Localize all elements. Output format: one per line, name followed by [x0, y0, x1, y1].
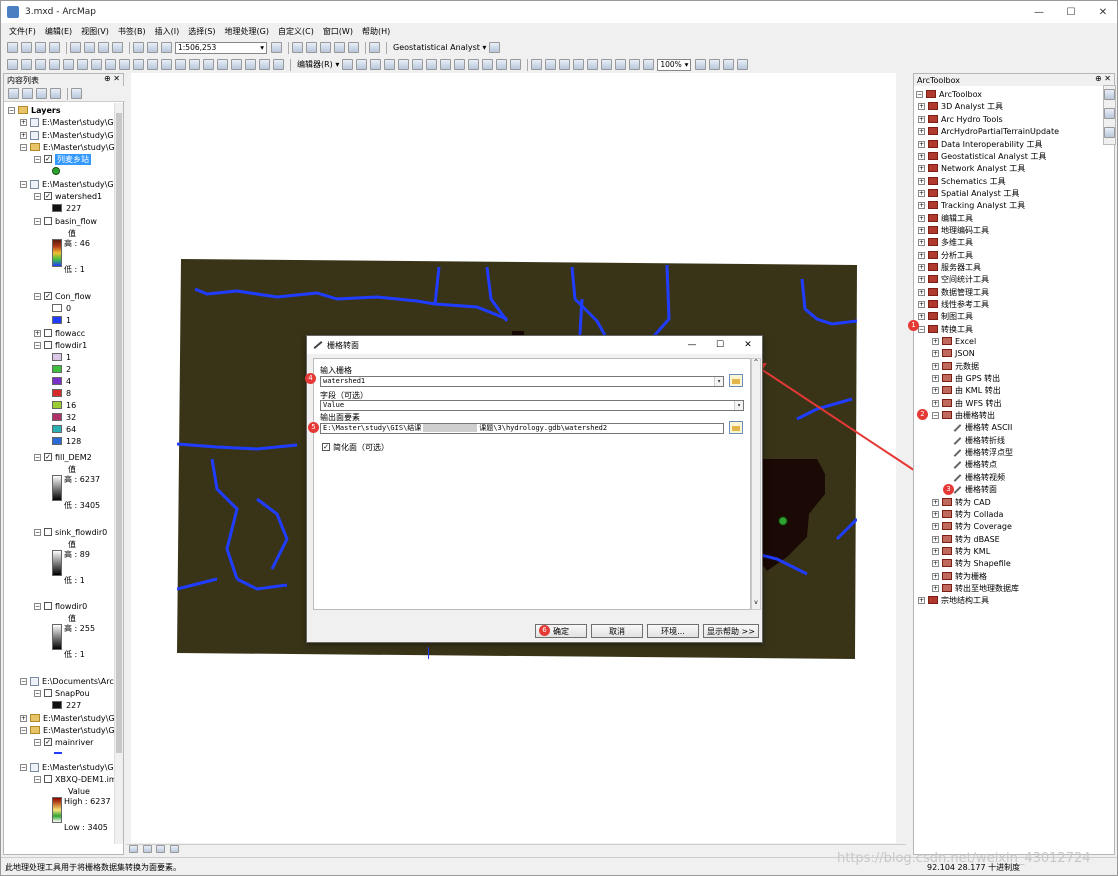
- dialog-form: 输入栅格 watershed1 ▾ 字段（可选） Value ▾ 输出面要素 E:\…: [313, 358, 751, 610]
- output-label: 输出面要素: [320, 413, 360, 422]
- input-raster-label: 输入栅格: [320, 366, 352, 375]
- toolset-item[interactable]: + 转为 Shapefile: [932, 557, 1011, 569]
- toolbox-item[interactable]: + Arc Hydro Tools: [918, 113, 1003, 125]
- step-badge-2: 2: [917, 409, 928, 420]
- dialog-title: 栅格转面: [327, 340, 359, 350]
- toolbox-item[interactable]: + Data Interoperability 工具: [918, 138, 1043, 150]
- redacted-block: [423, 424, 478, 432]
- toolbox-item[interactable]: + Network Analyst 工具: [918, 162, 1025, 174]
- environments-button[interactable]: 环境...: [647, 624, 699, 638]
- toolbox-item[interactable]: + 多维工具: [918, 236, 973, 248]
- toolbox-item[interactable]: + 数据管理工具: [918, 286, 989, 298]
- toolset-item[interactable]: + JSON: [932, 347, 975, 359]
- toolbox-item[interactable]: + Schematics 工具: [918, 175, 1006, 187]
- toolbox-item[interactable]: + Tracking Analyst 工具: [918, 199, 1025, 211]
- toolbox-item[interactable]: + Geostatistical Analyst 工具: [918, 150, 1046, 162]
- toolset-item[interactable]: + 由 WFS 转出: [932, 397, 1002, 409]
- show-help-button[interactable]: 显示帮助 >>: [703, 624, 759, 638]
- output-features-input[interactable]: E:\Master\study\GIS\结课 课题\3\hydrology.gdb…: [320, 423, 724, 434]
- watermark: https://blog.csdn.net/weixin_43012724: [837, 851, 1091, 866]
- toolset-item[interactable]: + 转为 dBASE: [932, 533, 1000, 545]
- arctoolbox-tree: − ArcToolbox +3D Analyst 工具 + Arc Hydro To…: [914, 87, 1104, 850]
- arctoolbox-title: ArcToolbox: [917, 75, 960, 85]
- input-raster-browse-button[interactable]: [729, 374, 743, 387]
- toolbox-item[interactable]: + ArcHydroPartialTerrainUpdate: [918, 125, 1059, 137]
- toolbox-item[interactable]: + 地理编码工具: [918, 224, 989, 236]
- toolbox-conversion[interactable]: − 转换工具: [918, 323, 973, 335]
- map-view-status: [126, 844, 906, 854]
- toolset-item[interactable]: + 元数据: [932, 360, 979, 372]
- toolset-from-raster[interactable]: − 由栅格转出: [932, 409, 995, 421]
- step-badge-3: 3: [943, 484, 954, 495]
- toolbox-item[interactable]: + 宗地结构工具: [918, 594, 989, 606]
- tool-raster-to-polygon[interactable]: 栅格转面: [952, 483, 997, 495]
- tool-item[interactable]: 栅格转折线: [952, 434, 1005, 446]
- cancel-button[interactable]: 取消: [591, 624, 643, 638]
- toolbox-item[interactable]: +3D Analyst 工具: [918, 100, 1003, 112]
- simplify-polygons-option[interactable]: ✓ 简化面（可选）: [322, 441, 389, 453]
- toolbox-item[interactable]: + 空间统计工具: [918, 273, 989, 285]
- search-tab-icon[interactable]: [1104, 108, 1115, 119]
- refresh-icon[interactable]: [156, 845, 166, 853]
- field-select[interactable]: Value ▾: [320, 400, 744, 411]
- toolset-item[interactable]: + 由 KML 转出: [932, 384, 1001, 396]
- arctoolbox-panel: ArcToolbox ⊕ ✕ − ArcToolbox +3D Analyst 工…: [913, 73, 1115, 855]
- dialog-minimize-button[interactable]: —: [678, 336, 706, 354]
- toolset-item[interactable]: + 转为 CAD: [932, 496, 991, 508]
- toolset-item[interactable]: + 转出至地理数据库: [932, 582, 1019, 594]
- toolset-item[interactable]: + 转为 Coverage: [932, 520, 1012, 532]
- tool-item[interactable]: 栅格转点: [952, 458, 997, 470]
- toolbox-item[interactable]: + 编辑工具: [918, 212, 973, 224]
- results-tab-icon[interactable]: [1104, 127, 1115, 138]
- side-tabs: [1103, 85, 1116, 145]
- toolbox-item[interactable]: + 服务器工具: [918, 261, 981, 273]
- toolset-item[interactable]: + 由 GPS 转出: [932, 372, 1000, 384]
- arctoolbox-root[interactable]: − ArcToolbox: [916, 88, 982, 100]
- data-view-icon[interactable]: [129, 845, 138, 853]
- tool-item[interactable]: 栅格转浮点型: [952, 446, 1013, 458]
- arcmap-window: 3.mxd - ArcMap — ☐ ✕ 文件(F) 编辑(E) 视图(V) 书…: [0, 0, 1118, 876]
- hammer-icon: [313, 341, 323, 349]
- input-raster-combo[interactable]: watershed1 ▾: [320, 376, 724, 387]
- dialog-maximize-button[interactable]: ☐: [706, 336, 734, 354]
- catalog-tab-icon[interactable]: [1104, 89, 1115, 100]
- toolset-item[interactable]: + 转为栅格: [932, 570, 987, 582]
- toolbox-item[interactable]: + Spatial Analyst 工具: [918, 187, 1019, 199]
- arctoolbox-header: ArcToolbox ⊕ ✕: [914, 74, 1114, 86]
- toolbox-item[interactable]: + 分析工具: [918, 249, 973, 261]
- status-message: 此地理处理工具用于将栅格数据集转换为面要素。: [5, 863, 181, 872]
- toolset-item[interactable]: + 转为 KML: [932, 545, 990, 557]
- tool-item[interactable]: 栅格转视频: [952, 471, 1005, 483]
- dialog-close-button[interactable]: ✕: [734, 336, 762, 354]
- toolset-item[interactable]: + 转为 Collada: [932, 508, 1003, 520]
- layout-view-icon[interactable]: [142, 845, 152, 853]
- toolbox-item[interactable]: + 制图工具: [918, 310, 973, 322]
- tool-item[interactable]: 栅格转 ASCII: [952, 421, 1012, 433]
- raster-to-polygon-dialog: 栅格转面 — ☐ ✕ 输入栅格 watershed1 ▾ 字段（可选） Value…: [306, 335, 763, 643]
- arctoolbox-pin-close[interactable]: ⊕ ✕: [1095, 74, 1111, 83]
- toolset-item[interactable]: + Excel: [932, 335, 976, 347]
- step-badge-5: 5: [308, 422, 319, 433]
- step-badge-4: 4: [305, 373, 316, 384]
- step-badge-6: 6: [539, 625, 550, 636]
- output-browse-button[interactable]: [729, 421, 743, 434]
- toolbox-item[interactable]: + 线性参考工具: [918, 298, 989, 310]
- pause-drawing-icon[interactable]: [169, 845, 179, 853]
- dialog-title-bar: 栅格转面 — ☐ ✕: [307, 336, 762, 354]
- dialog-scrollbar[interactable]: ^ v: [751, 358, 761, 610]
- step-badge-1: 1: [908, 320, 919, 331]
